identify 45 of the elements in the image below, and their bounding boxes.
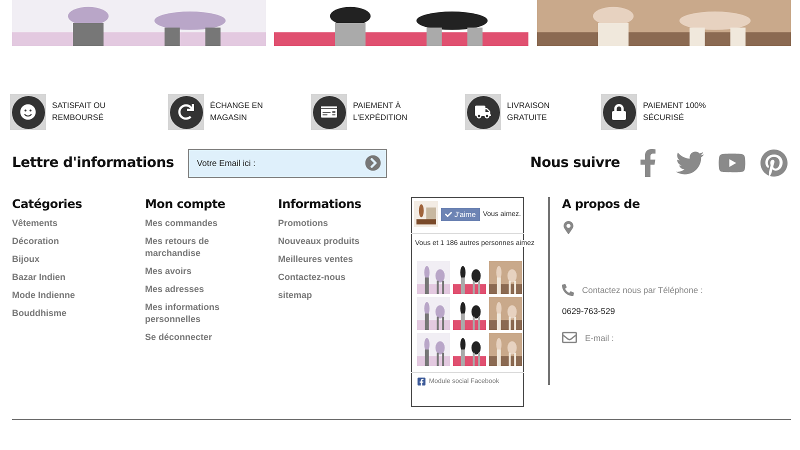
phone-number: 0629-763-529 [562, 306, 616, 316]
column-title: Mon compte [145, 197, 226, 211]
follow-title: Nous suivre [530, 155, 620, 171]
footer-link[interactable]: Bouddhisme [12, 307, 107, 319]
feature-icon [465, 94, 501, 130]
pinterest-icon[interactable] [760, 149, 788, 177]
feature-icon [601, 94, 637, 130]
footer-link[interactable]: Mode Indienne [12, 289, 107, 301]
footer-link[interactable]: Vêtements [12, 217, 107, 229]
check-icon [445, 210, 452, 218]
column-title: Catégories [12, 197, 83, 211]
email-field[interactable]: Votre Email ici : [188, 148, 387, 178]
footer-link[interactable]: Promotions [278, 217, 373, 229]
location-icon [562, 221, 575, 234]
email-icon [562, 330, 577, 345]
email-label: E-mail : [585, 332, 614, 342]
footer-link[interactable]: Bazar Indien [12, 271, 107, 283]
feature-label: SATISFAIT OU REMBOURSÉ [52, 100, 106, 124]
feature-label: PAIEMENT À L'EXPÉDITION [353, 100, 408, 124]
feature-icon [168, 94, 204, 130]
phone-label: Contactez nous par Téléphone : [582, 285, 703, 295]
feature-icon [311, 94, 347, 130]
submit-icon[interactable] [364, 154, 381, 170]
footer-link[interactable]: Décoration [12, 235, 107, 247]
phone-icon [562, 284, 574, 296]
footer-link[interactable]: Mes adresses [145, 283, 240, 295]
newsletter-title: Lettre d'informations [12, 155, 174, 171]
column-title: Informations [278, 197, 362, 211]
footer-link[interactable]: Mes commandes [145, 217, 240, 229]
footer-link[interactable]: Mes retours de marchandise [145, 235, 240, 259]
feature-label: LIVRAISON GRATUITE [507, 100, 550, 124]
facebook-icon [417, 377, 426, 386]
footer-link[interactable]: Contactez-nous [278, 271, 373, 283]
footer-link[interactable]: Mes informations personnelles [145, 301, 240, 325]
twitter-icon[interactable] [676, 149, 704, 177]
feature-label: PAIEMENT 100% SÉCURISÉ [643, 100, 706, 124]
footer-link[interactable]: Bijoux [12, 253, 107, 265]
footer-link[interactable]: Se déconnecter [145, 331, 240, 343]
footer-link[interactable]: Nouveaux produits [278, 235, 373, 247]
feature-icon [10, 94, 46, 130]
about-title: A propos de [562, 197, 641, 211]
footer-link[interactable]: Meilleures ventes [278, 253, 373, 265]
footer-link[interactable]: Mes avoirs [145, 265, 240, 277]
feature-label: ÉCHANGE EN MAGASIN [210, 100, 263, 124]
footer-link[interactable]: sitemap [278, 289, 373, 301]
